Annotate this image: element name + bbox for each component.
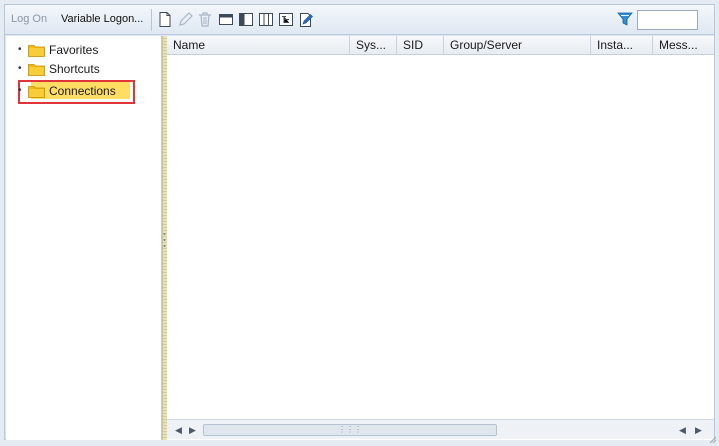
tree-item-favorites[interactable]: • Favorites [18,42,98,58]
bullet-icon: • [18,85,22,96]
list-view-icon[interactable] [238,11,254,28]
resize-grip-icon[interactable] [707,434,717,444]
folder-icon [28,63,45,76]
scroll-right-icon[interactable]: ▶ [189,424,196,436]
folder-icon [28,44,45,57]
edit-icon[interactable] [177,11,193,28]
filter-icon[interactable] [617,11,633,27]
scroll-left-icon[interactable]: ◀ [679,424,686,436]
variable-logon-button[interactable]: Variable Logon... [61,13,143,25]
tree-item-connections[interactable]: • Connections [18,83,116,99]
bullet-icon: • [18,63,22,74]
properties-icon[interactable] [298,11,314,28]
tile-view-icon[interactable] [258,11,274,28]
log-on-button[interactable]: Log On [11,13,47,25]
column-header-instance[interactable]: Insta... [591,36,653,55]
bullet-icon: • [18,44,22,55]
horizontal-scrollbar[interactable]: ◀ ▶ ⋮⋮⋮ ◀ ▶ [167,419,714,439]
filter-input[interactable] [637,10,698,30]
column-header-system[interactable]: Sys... [350,36,397,55]
tree-view-icon[interactable] [278,11,294,28]
connections-list: Name Sys... SID Group/Server Insta... Me… [167,36,714,440]
scroll-right-icon[interactable]: ▶ [695,424,702,436]
column-header-name[interactable]: Name [167,36,350,55]
list-header: Name Sys... SID Group/Server Insta... Me… [167,36,714,55]
tree-item-label: Shortcuts [49,62,100,76]
new-entry-icon[interactable] [157,11,173,28]
tree-item-shortcuts[interactable]: • Shortcuts [18,61,100,77]
logon-window: Log On Variable Logon... • Favorites • S… [4,4,715,440]
toolbar: Log On Variable Logon... [5,5,714,35]
column-header-message-server[interactable]: Mess... [653,36,714,55]
delete-icon[interactable] [197,11,213,28]
scroll-left-icon[interactable]: ◀ [175,424,182,436]
toolbar-separator [151,9,152,31]
column-header-sid[interactable]: SID [397,36,444,55]
folder-icon [28,85,45,98]
column-header-group-server[interactable]: Group/Server [444,36,591,55]
tree-item-label: Favorites [49,43,99,57]
tree-item-label: Connections [49,84,116,98]
view-icon[interactable] [218,11,234,28]
tree-pane: • Favorites • Shortcuts • Connections [6,36,162,440]
scroll-thumb[interactable]: ⋮⋮⋮ [203,424,497,436]
